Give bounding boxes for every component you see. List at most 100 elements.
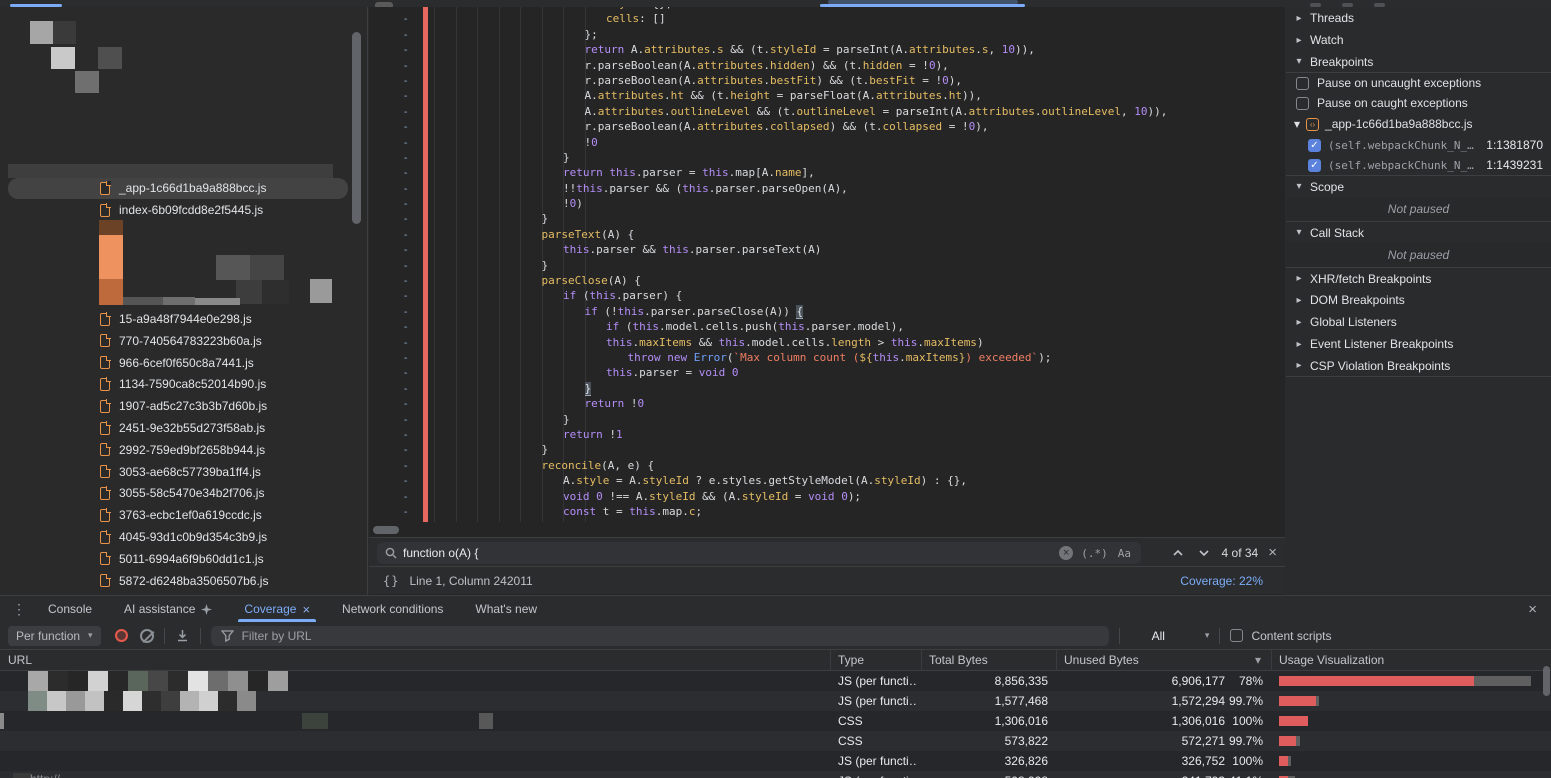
- pause-uncaught-row[interactable]: Pause on uncaught exceptions: [1286, 73, 1551, 93]
- column-header-url[interactable]: URL: [0, 650, 830, 671]
- close-drawer-icon[interactable]: ×: [1528, 601, 1537, 618]
- line-number-dash[interactable]: -: [369, 211, 409, 226]
- match-case-toggle[interactable]: Aa: [1118, 547, 1131, 560]
- export-download-icon[interactable]: [175, 628, 190, 643]
- next-match-icon[interactable]: [1196, 545, 1212, 561]
- line-number-dash[interactable]: -: [369, 227, 409, 242]
- line-number-dash[interactable]: -: [369, 88, 409, 103]
- file-tree-item[interactable]: 4045-93d1c0b9d354c3b9.js: [0, 526, 368, 548]
- tab-network-conditions[interactable]: Network conditions: [326, 596, 459, 622]
- line-number-dash[interactable]: -: [369, 165, 409, 180]
- line-number-dash[interactable]: -: [369, 196, 409, 211]
- line-number-dash[interactable]: -: [369, 273, 409, 288]
- section-event-listener-breakpoints[interactable]: ▸Event Listener Breakpoints: [1286, 333, 1551, 355]
- file-tree-item[interactable]: 1907-ad5c27c3b3b7d60b.js: [0, 395, 368, 417]
- breakpoint-entry[interactable]: ✓(self.webpackChunk_N_E…1:1381870: [1286, 135, 1551, 155]
- line-number-dash[interactable]: -: [369, 412, 409, 427]
- line-number-dash[interactable]: -: [369, 258, 409, 273]
- section-xhr-breakpoints[interactable]: ▸XHR/fetch Breakpoints: [1286, 267, 1551, 289]
- section-dom-breakpoints[interactable]: ▸DOM Breakpoints: [1286, 289, 1551, 311]
- code-viewport[interactable]: -style: {},-cells: []-};-return A.attrib…: [369, 7, 1285, 522]
- checkbox-unchecked[interactable]: [1296, 97, 1309, 110]
- type-filter-select[interactable]: All ▾: [1152, 629, 1210, 643]
- section-scope[interactable]: ▾Scope: [1286, 175, 1551, 197]
- more-tools-icon[interactable]: ⋮: [12, 601, 32, 618]
- column-header-total-bytes[interactable]: Total Bytes: [921, 650, 1056, 671]
- line-number-dash[interactable]: -: [369, 242, 409, 257]
- line-number-dash[interactable]: -: [369, 27, 409, 42]
- line-number-dash[interactable]: -: [369, 135, 409, 150]
- line-number-dash[interactable]: -: [369, 288, 409, 303]
- breakpoint-entry[interactable]: ✓(self.webpackChunk_N_…1:1439231: [1286, 155, 1551, 175]
- section-call-stack[interactable]: ▾Call Stack: [1286, 221, 1551, 243]
- pretty-print-icon[interactable]: {}: [383, 574, 399, 588]
- line-number-dash[interactable]: -: [369, 58, 409, 73]
- clear-coverage-icon[interactable]: [140, 629, 154, 643]
- table-row[interactable]: CSS573,822572,27199.7%: [0, 731, 1551, 751]
- line-number-dash[interactable]: -: [369, 181, 409, 196]
- editor-horizontal-scrollbar[interactable]: [369, 522, 1285, 537]
- file-tree-item-selected[interactable]: _app-1c66d1ba9a888bcc.js: [0, 177, 368, 199]
- regex-toggle[interactable]: (.*): [1081, 547, 1108, 560]
- line-number-dash[interactable]: -: [369, 104, 409, 119]
- table-scrollbar-thumb[interactable]: [1543, 666, 1550, 696]
- section-global-listeners[interactable]: ▸Global Listeners: [1286, 311, 1551, 333]
- table-row[interactable]: JS (per functi…326,826326,752100%: [0, 751, 1551, 771]
- table-row[interactable]: CSS1,306,0161,306,016100%: [0, 711, 1551, 731]
- previous-match-icon[interactable]: [1170, 545, 1186, 561]
- breakpoint-file-group[interactable]: ▾‹›_app-1c66d1ba9a888bcc.js: [1286, 113, 1551, 135]
- clear-search-icon[interactable]: ×: [1059, 546, 1073, 560]
- line-number-dash[interactable]: -: [369, 150, 409, 165]
- line-number-dash[interactable]: -: [369, 335, 409, 350]
- column-header-type[interactable]: Type: [830, 650, 921, 671]
- tab-ai-assistance[interactable]: AI assistance: [108, 596, 228, 622]
- file-tree-item[interactable]: 770-740564783223b60a.js: [0, 330, 368, 352]
- tab-coverage[interactable]: Coverage×: [228, 596, 326, 622]
- file-tree-item[interactable]: 3763-ecbc1ef0a619ccdc.js: [0, 504, 368, 526]
- checkbox-unchecked[interactable]: [1296, 77, 1309, 90]
- content-scripts-checkbox[interactable]: [1230, 629, 1243, 642]
- coverage-mode-select[interactable]: Per function ▾: [8, 626, 101, 646]
- file-tree-item[interactable]: 3055-58c5470e34b2f706.js: [0, 482, 368, 504]
- file-tree-item[interactable]: 1134-7590ca8c52014b90.js: [0, 373, 368, 395]
- line-number-dash[interactable]: -: [369, 381, 409, 396]
- file-tree-item[interactable]: 2451-9e32b55d273f58ab.js: [0, 417, 368, 439]
- table-row[interactable]: JS (per functi…8,856,3356,906,17778%: [0, 671, 1551, 691]
- line-number-dash[interactable]: -: [369, 458, 409, 473]
- line-number-dash[interactable]: -: [369, 42, 409, 57]
- line-number-dash[interactable]: -: [369, 319, 409, 334]
- file-tree-item[interactable]: 3053-ae68c57739ba1ff4.js: [0, 461, 368, 483]
- tab-what-s-new[interactable]: What's new: [459, 596, 553, 622]
- line-number-dash[interactable]: -: [369, 304, 409, 319]
- record-coverage-button[interactable]: [115, 629, 128, 642]
- file-tree-item[interactable]: 15-a9a48f7944e0e298.js: [0, 308, 368, 330]
- close-search-icon[interactable]: ×: [1268, 545, 1277, 560]
- file-tree-item[interactable]: index-6b09fcdd8e2f5445.js: [0, 199, 368, 221]
- content-scripts-toggle[interactable]: Content scripts: [1230, 629, 1331, 643]
- line-number-dash[interactable]: -: [369, 442, 409, 457]
- file-tree-scrollbar[interactable]: [352, 32, 361, 224]
- table-row[interactable]: JS (per functi…1,577,4681,572,29499.7%: [0, 691, 1551, 711]
- column-header-usage-visualization[interactable]: Usage Visualization: [1271, 650, 1551, 671]
- coverage-percent-badge[interactable]: Coverage: 22%: [1180, 574, 1263, 588]
- file-tree-item[interactable]: 5011-6994a6f9b60dd1c1.js: [0, 548, 368, 570]
- column-header-unused-bytes[interactable]: Unused Bytes ▾: [1056, 650, 1271, 671]
- table-row[interactable]: http://…JS (per functi…508,908241,79341.…: [0, 771, 1551, 778]
- search-query[interactable]: function o(A) {: [403, 546, 1059, 560]
- section-csp-breakpoints[interactable]: ▸CSP Violation Breakpoints: [1286, 355, 1551, 377]
- pause-caught-row[interactable]: Pause on caught exceptions: [1286, 93, 1551, 113]
- file-tree-item[interactable]: 2992-759ed9bf2658b944.js: [0, 439, 368, 461]
- line-number-dash[interactable]: -: [369, 11, 409, 26]
- filter-by-url-input[interactable]: Filter by URL: [211, 626, 1109, 646]
- file-tree-item[interactable]: 5872-d6248ba3506507b6.js: [0, 570, 368, 592]
- section-breakpoints[interactable]: ▾Breakpoints: [1286, 51, 1551, 73]
- checkbox-checked[interactable]: ✓: [1308, 139, 1321, 152]
- line-number-dash[interactable]: -: [369, 504, 409, 519]
- line-number-dash[interactable]: -: [369, 396, 409, 411]
- line-number-dash[interactable]: -: [369, 473, 409, 488]
- search-input[interactable]: function o(A) { × (.*) Aa: [377, 542, 1141, 564]
- line-number-dash[interactable]: -: [369, 365, 409, 380]
- file-tree-item[interactable]: 966-6cef0f650c8a7441.js: [0, 352, 368, 374]
- line-number-dash[interactable]: -: [369, 73, 409, 88]
- close-tab-icon[interactable]: ×: [302, 602, 310, 617]
